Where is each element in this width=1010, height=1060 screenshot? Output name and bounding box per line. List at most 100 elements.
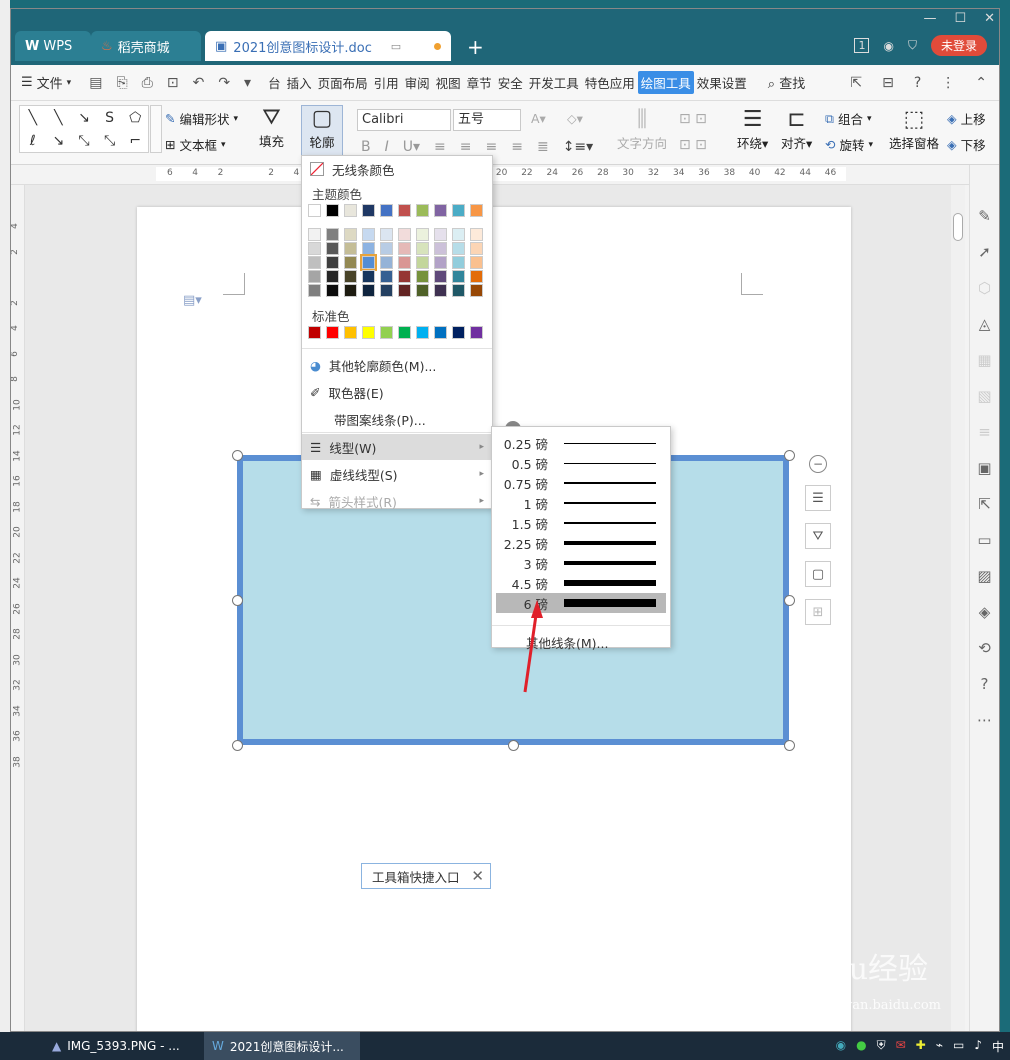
print-icon[interactable]: ⎙ bbox=[142, 75, 153, 91]
share-icon[interactable]: ⇱ bbox=[850, 75, 862, 91]
color-swatch[interactable] bbox=[398, 204, 411, 217]
collapse-ribbon-icon[interactable]: ⌃ bbox=[975, 75, 987, 91]
color-swatch[interactable] bbox=[452, 326, 465, 339]
color-swatch[interactable] bbox=[434, 284, 447, 297]
color-swatch[interactable] bbox=[344, 242, 357, 255]
resize-handle[interactable] bbox=[232, 595, 243, 606]
tab-shop[interactable]: ♨ 稻壳商城 bbox=[91, 31, 201, 61]
collapse-icon[interactable]: − bbox=[809, 455, 827, 473]
menu-item[interactable]: 引用 bbox=[371, 71, 402, 94]
resize-handle[interactable] bbox=[784, 595, 795, 606]
color-swatch[interactable] bbox=[416, 242, 429, 255]
menu-item[interactable]: 特色应用 bbox=[582, 71, 638, 94]
new-tab-button[interactable]: + bbox=[467, 35, 484, 59]
color-swatch[interactable] bbox=[398, 228, 411, 241]
help-icon[interactable]: ? bbox=[914, 75, 921, 91]
scribble-shape-icon[interactable]: ℓ bbox=[30, 133, 36, 149]
clear-format-button[interactable]: ◇▾ bbox=[567, 111, 583, 126]
export-icon[interactable]: ⎘ bbox=[116, 75, 127, 91]
color-swatch[interactable] bbox=[452, 242, 465, 255]
color-swatch[interactable] bbox=[452, 204, 465, 217]
line-weight-option[interactable]: 2.25 磅 bbox=[496, 533, 666, 553]
rotate-button[interactable]: ⟲ 旋转 ▾ bbox=[825, 135, 873, 154]
attribute-icon[interactable]: ≡ bbox=[978, 423, 991, 441]
minimize-icon[interactable]: — bbox=[923, 11, 936, 26]
resize-handle[interactable] bbox=[232, 450, 243, 461]
menu-item[interactable]: 页面布局 bbox=[315, 71, 371, 94]
color-swatch[interactable] bbox=[380, 326, 393, 339]
color-swatch[interactable] bbox=[344, 326, 357, 339]
justify-icon[interactable]: ≡ bbox=[511, 139, 523, 155]
color-swatch[interactable] bbox=[326, 256, 339, 269]
font-name-select[interactable]: Calibri bbox=[357, 109, 451, 131]
more-lines-item[interactable]: 其他线条(M)... bbox=[526, 633, 608, 652]
shape-gallery-scroll[interactable] bbox=[150, 105, 162, 153]
color-swatch[interactable] bbox=[326, 228, 339, 241]
undo-icon[interactable]: ↶ bbox=[193, 75, 205, 91]
link-text-icon[interactable]: ⊡ ⊡ bbox=[679, 137, 707, 153]
color-swatch[interactable] bbox=[470, 270, 483, 283]
bring-forward-button[interactable]: ◈ 上移 bbox=[947, 109, 986, 128]
line-weight-option[interactable]: 3 磅 bbox=[496, 553, 666, 573]
search-button[interactable]: ⌕ 查找 bbox=[768, 73, 805, 92]
color-swatch[interactable] bbox=[360, 254, 377, 271]
line-weight-option[interactable]: 0.5 磅 bbox=[496, 453, 666, 473]
color-swatch[interactable] bbox=[470, 326, 483, 339]
color-swatch[interactable] bbox=[398, 326, 411, 339]
share-icon[interactable]: ⇱ bbox=[978, 495, 991, 513]
app-tray-icon[interactable]: ✚ bbox=[916, 1038, 926, 1055]
color-swatch[interactable] bbox=[380, 256, 393, 269]
color-swatch[interactable] bbox=[344, 284, 357, 297]
font-color-button[interactable]: A▾ bbox=[531, 111, 546, 126]
color-swatch[interactable] bbox=[470, 228, 483, 241]
scrollbar-thumb[interactable] bbox=[953, 213, 963, 241]
color-swatch[interactable] bbox=[398, 256, 411, 269]
align-center-icon[interactable]: ≡ bbox=[460, 139, 472, 155]
line-weight-option[interactable]: 1 磅 bbox=[496, 493, 666, 513]
color-swatch[interactable] bbox=[398, 270, 411, 283]
cursor-icon[interactable]: ➚ bbox=[978, 243, 991, 261]
selection-pane-button[interactable]: ⬚ 选择窗格 bbox=[889, 107, 939, 152]
menu-item[interactable]: 审阅 bbox=[402, 71, 433, 94]
no-line-color-item[interactable]: 无线条颜色 bbox=[302, 156, 492, 182]
menu-item[interactable]: 效果设置 bbox=[694, 71, 750, 94]
app-tray-icon[interactable]: ◉ bbox=[836, 1038, 846, 1055]
color-swatch[interactable] bbox=[308, 228, 321, 241]
align-button[interactable]: ⊏ 对齐▾ bbox=[781, 107, 812, 152]
color-swatch[interactable] bbox=[380, 242, 393, 255]
color-swatch[interactable] bbox=[344, 256, 357, 269]
double-arrow-shape-icon[interactable]: ⤡ bbox=[104, 133, 115, 149]
color-swatch[interactable] bbox=[344, 228, 357, 241]
italic-icon[interactable]: I bbox=[385, 139, 389, 155]
preview-icon[interactable]: ⊡ bbox=[167, 75, 179, 91]
color-swatch[interactable] bbox=[308, 284, 321, 297]
curve-shape-icon[interactable]: S bbox=[105, 110, 114, 126]
shape-gallery[interactable]: ╲ ╲ ↘ S ⬠ ℓ ↘ ⤡ ⤡ ⌐ bbox=[19, 105, 149, 153]
fill-quick-icon[interactable]: ⛛ bbox=[805, 523, 831, 549]
table-icon[interactable]: ▦ bbox=[977, 351, 991, 369]
color-swatch[interactable] bbox=[326, 270, 339, 283]
color-swatch[interactable] bbox=[452, 228, 465, 241]
color-swatch[interactable] bbox=[434, 204, 447, 217]
resize-handle[interactable] bbox=[232, 740, 243, 751]
text-box-button[interactable]: ⊞ 文本框 ▾ bbox=[165, 135, 226, 154]
color-swatch[interactable] bbox=[344, 270, 357, 283]
color-swatch[interactable] bbox=[470, 242, 483, 255]
line-weight-option[interactable]: 1.5 磅 bbox=[496, 513, 666, 533]
align-left-icon[interactable]: ≡ bbox=[434, 139, 446, 155]
menu-item[interactable]: 插入 bbox=[284, 71, 315, 94]
tab-document[interactable]: ▣ 2021创意图标设计.doc ▭ bbox=[205, 31, 451, 61]
color-swatch[interactable] bbox=[308, 256, 321, 269]
tab-wps[interactable]: W WPS bbox=[15, 31, 91, 61]
archive-icon[interactable]: ▭ bbox=[977, 531, 991, 549]
other-outline-color-item[interactable]: ◕ 其他轮廓颜色(M)... bbox=[302, 352, 492, 378]
help-icon[interactable]: ? bbox=[981, 675, 989, 693]
arrow-shape-icon[interactable]: ↘ bbox=[78, 110, 90, 126]
backup-icon[interactable]: ◈ bbox=[979, 603, 991, 621]
distribute-icon[interactable]: ≣ bbox=[537, 139, 549, 155]
volume-icon[interactable]: ♪ bbox=[974, 1038, 982, 1055]
collab-icon[interactable]: ⊟ bbox=[882, 75, 894, 91]
freeform-shape-icon[interactable]: ⬠ bbox=[129, 110, 141, 126]
chart-icon[interactable]: ▧ bbox=[977, 387, 991, 405]
color-swatch[interactable] bbox=[416, 228, 429, 241]
